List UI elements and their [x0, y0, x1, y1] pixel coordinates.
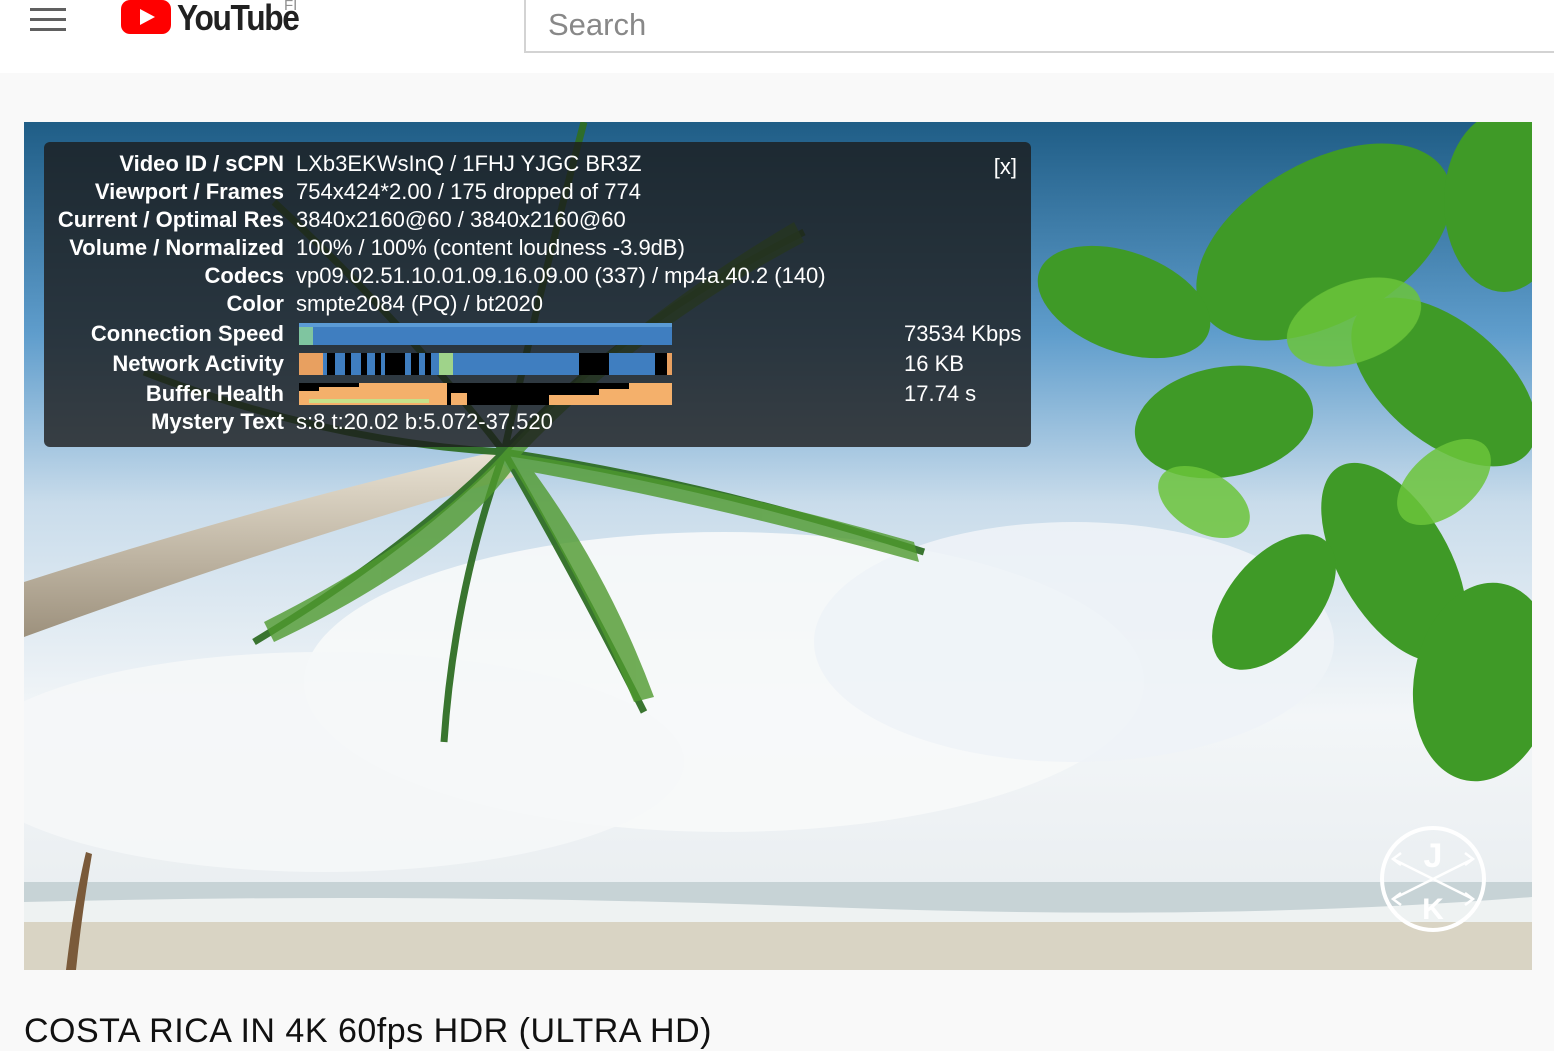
stats-value: 3840x2160@60 / 3840x2160@60 — [296, 207, 626, 232]
stats-label: Network Activity — [112, 351, 284, 376]
country-code: FI — [284, 0, 298, 14]
stats-value: s:8 t:20.02 b:5.072-37.520 — [296, 409, 553, 434]
stats-row-video-id: Video ID / sCPN LXb3EKWsInQ / 1FHJ YJGC … — [44, 150, 642, 178]
stats-label: Viewport / Frames — [94, 179, 284, 204]
stats-label: Volume / Normalized — [69, 235, 284, 260]
stats-label: Buffer Health — [145, 381, 284, 406]
masthead: YouTube FI — [0, 0, 1554, 73]
channel-watermark-icon[interactable]: J K — [1379, 825, 1487, 933]
stats-row-viewport: Viewport / Frames 754x424*2.00 / 175 dro… — [44, 178, 641, 206]
buffer-health-graph — [299, 383, 672, 405]
stats-row-volume: Volume / Normalized 100% / 100% (content… — [44, 234, 685, 262]
buffer-health-value: 17.74 s — [904, 381, 977, 406]
connection-speed-graph — [299, 323, 672, 345]
stats-value: vp09.02.51.10.01.09.16.09.00 (337) / mp4… — [296, 263, 826, 288]
network-activity-graph — [299, 353, 672, 375]
stats-label: Color — [226, 291, 284, 316]
stats-row-codecs: Codecs vp09.02.51.10.01.09.16.09.00 (337… — [44, 262, 826, 290]
stats-label: Current / Optimal Res — [57, 207, 284, 232]
video-title: COSTA RICA IN 4K 60fps HDR (ULTRA HD) — [24, 1012, 712, 1050]
stats-label: Mystery Text — [151, 409, 284, 434]
stats-label: Video ID / sCPN — [119, 151, 284, 176]
stats-row-network-activity: Network Activity — [44, 350, 284, 378]
network-activity-value: 16 KB — [904, 351, 964, 376]
stats-for-nerds-panel: [x] Video ID / sCPN LXb3EKWsInQ / 1FHJ Y… — [44, 142, 1031, 447]
search-box[interactable] — [524, 0, 1554, 53]
stats-row-connection-speed: Connection Speed — [44, 320, 284, 348]
svg-text:K: K — [1422, 893, 1444, 926]
stats-value: 100% / 100% (content loudness -3.9dB) — [296, 235, 685, 260]
connection-speed-value: 73534 Kbps — [904, 321, 1022, 346]
stats-value: smpte2084 (PQ) / bt2020 — [296, 291, 544, 316]
video-player[interactable]: [x] Video ID / sCPN LXb3EKWsInQ / 1FHJ Y… — [24, 122, 1532, 970]
play-logo-icon — [121, 0, 171, 34]
stats-label: Connection Speed — [90, 321, 284, 346]
stats-row-mystery-text: Mystery Text s:8 t:20.02 b:5.072-37.520 — [44, 408, 553, 436]
close-stats-button[interactable]: [x] — [994, 154, 1017, 180]
stats-value: 754x424*2.00 / 175 dropped of 774 — [296, 179, 641, 204]
logo-text: YouTube — [177, 0, 300, 38]
stats-row-buffer-health: Buffer Health — [44, 380, 284, 408]
search-input[interactable] — [526, 0, 1554, 51]
stats-value: LXb3EKWsInQ / 1FHJ YJGC BR3Z — [296, 151, 642, 176]
stats-row-color: Color smpte2084 (PQ) / bt2020 — [44, 290, 543, 318]
stats-label: Codecs — [204, 263, 284, 288]
hamburger-menu-icon[interactable] — [30, 4, 66, 32]
stats-row-resolution: Current / Optimal Res 3840x2160@60 / 384… — [44, 206, 626, 234]
svg-text:J: J — [1424, 837, 1443, 875]
